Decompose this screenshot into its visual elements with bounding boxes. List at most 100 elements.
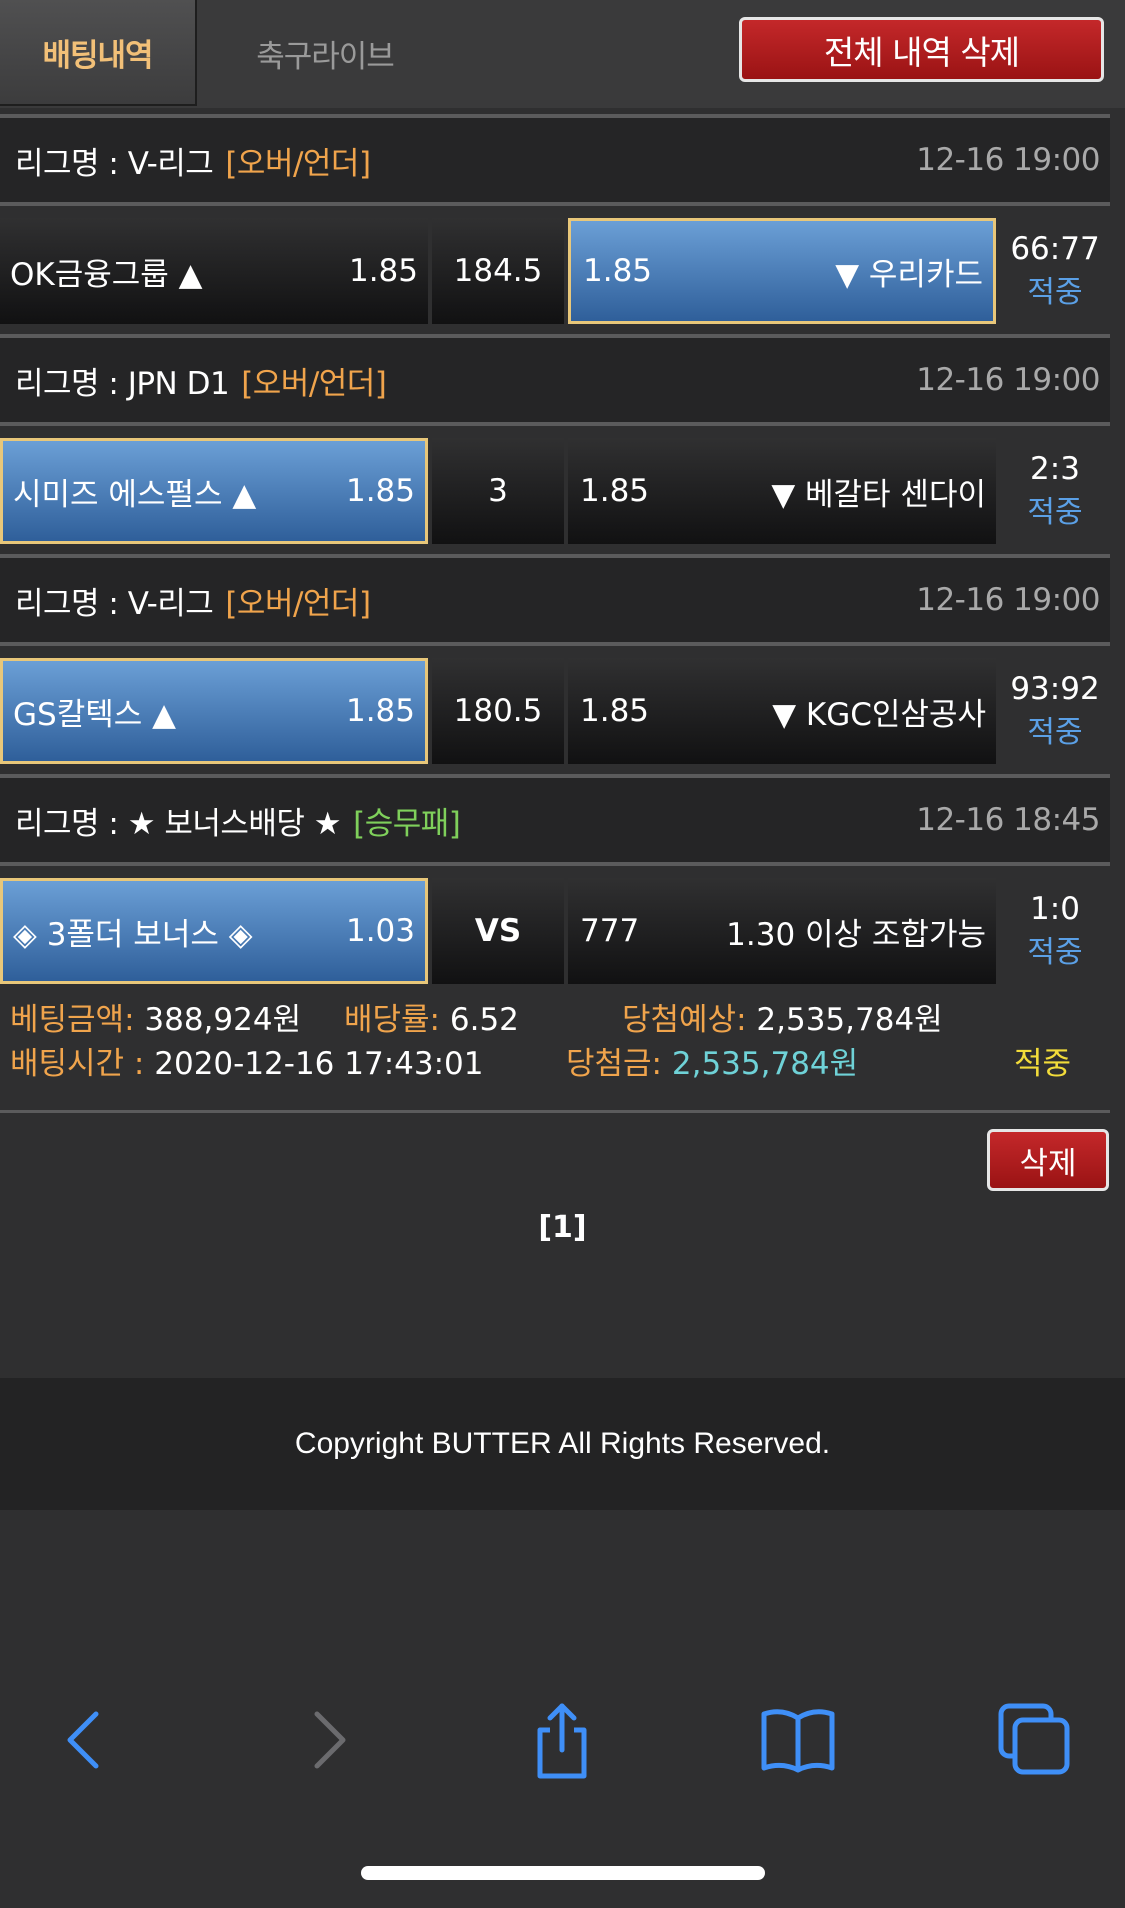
result-status: 적중	[1027, 935, 1083, 970]
bet-type: [오버/언더]	[241, 365, 387, 402]
tab-label: 배팅내역	[42, 37, 153, 74]
league-name: 리그명 : ★ 보너스배당 ★	[15, 805, 342, 842]
back-icon[interactable]	[46, 1700, 126, 1780]
win-amount-value: 2,535,784원	[671, 1046, 859, 1082]
away-option[interactable]: 1.85 ▼ KGC인삼공사	[568, 658, 996, 764]
bet-item: 리그명 : JPN D1 [오버/언더] 12-16 19:00 시미즈 에스펄…	[0, 338, 1110, 554]
home-team-name: ◈ 3폴더 보너스 ◈	[13, 916, 253, 953]
top-bar: 배팅내역 축구라이브 전체 내역 삭제	[0, 0, 1125, 108]
win-amount-label: 당첨금:	[566, 1046, 663, 1082]
away-team-name: ▼ 베갈타 센다이	[771, 476, 986, 513]
result: 93:92 적중	[1000, 658, 1110, 764]
summary-status: 적중	[1014, 1046, 1072, 1082]
home-option[interactable]: OK금융그룹 ▲ 1.85	[0, 218, 428, 324]
expected-win: 당첨예상: 2,535,784원	[622, 994, 943, 1039]
bet-type: [승무패]	[353, 805, 461, 842]
home-odds: 1.03	[345, 913, 415, 949]
bet-list: 리그명 : V-리그 [오버/언더] 12-16 19:00 OK금융그룹 ▲ …	[0, 118, 1110, 994]
home-odds: 1.85	[348, 253, 418, 289]
match-time: 12-16 18:45	[916, 802, 1100, 838]
bet-amount-value: 388,924원	[144, 1002, 302, 1038]
forward-icon[interactable]	[287, 1700, 367, 1780]
handicap-value: 184.5	[432, 218, 564, 324]
bet-summary: 베팅금액: 388,924원 배당률: 6.52 당첨예상: 2,535,784…	[0, 990, 1110, 1110]
share-icon[interactable]	[522, 1700, 602, 1780]
away-odds: 1.85	[580, 693, 650, 729]
tabs-icon[interactable]	[995, 1700, 1075, 1780]
away-odds: 777	[580, 913, 640, 949]
odds-row: ◈ 3폴더 보너스 ◈ 1.03 VS 777 1.30 이상 조합가능 1:0…	[0, 866, 1110, 994]
expected-win-value: 2,535,784원	[756, 1002, 943, 1038]
league-row: 리그명 : V-리그 [오버/언더] 12-16 19:00	[0, 118, 1110, 202]
home-option-selected[interactable]: 시미즈 에스펄스 ▲ 1.85	[0, 438, 428, 544]
page-link[interactable]: [1]	[538, 1210, 586, 1245]
odds-row: 시미즈 에스펄스 ▲ 1.85 3 1.85 ▼ 베갈타 센다이 2:3 적중	[0, 426, 1110, 554]
away-option[interactable]: 777 1.30 이상 조합가능	[568, 878, 996, 984]
bet-item: 리그명 : ★ 보너스배당 ★ [승무패] 12-16 18:45 ◈ 3폴더 …	[0, 778, 1110, 994]
bet-time-value: 2020-12-16 17:43:01	[154, 1046, 484, 1082]
bet-item: 리그명 : V-리그 [오버/언더] 12-16 19:00 OK금융그룹 ▲ …	[0, 118, 1110, 334]
home-option-selected[interactable]: GS칼텍스 ▲ 1.85	[0, 658, 428, 764]
home-indicator	[361, 1866, 765, 1880]
tab-soccer-live[interactable]: 축구라이브	[225, 0, 425, 106]
bet-type: [오버/언더]	[225, 145, 371, 182]
mid-value: 3	[488, 473, 508, 509]
tab-label: 축구라이브	[256, 38, 395, 75]
home-team-name: 시미즈 에스펄스 ▲	[13, 476, 257, 513]
home-odds: 1.85	[345, 693, 415, 729]
versus-cell: VS	[432, 878, 564, 984]
mid-value: 184.5	[453, 253, 543, 289]
away-team-name: ▼ KGC인삼공사	[772, 696, 986, 733]
match-time: 12-16 19:00	[916, 142, 1100, 178]
bet-item: 리그명 : V-리그 [오버/언더] 12-16 19:00 GS칼텍스 ▲ 1…	[0, 558, 1110, 774]
away-team-name: ▼ 우리카드	[835, 256, 983, 293]
expected-win-label: 당첨예상:	[622, 1002, 747, 1038]
score: 2:3	[1030, 451, 1080, 487]
handicap-value: 180.5	[432, 658, 564, 764]
league-row: 리그명 : ★ 보너스배당 ★ [승무패] 12-16 18:45	[0, 778, 1110, 862]
delete-button[interactable]: 삭제	[987, 1129, 1109, 1191]
result-status: 적중	[1027, 495, 1083, 530]
away-odds: 1.85	[583, 253, 653, 289]
divider	[0, 1110, 1110, 1113]
bet-time-label: 배팅시간 :	[10, 1046, 145, 1082]
away-team-name: 1.30 이상 조합가능	[726, 916, 986, 953]
match-time: 12-16 19:00	[916, 582, 1100, 618]
result-status: 적중	[1027, 715, 1083, 750]
league-name: 리그명 : V-리그	[15, 585, 214, 622]
home-odds: 1.85	[345, 473, 415, 509]
away-odds: 1.85	[580, 473, 650, 509]
pagination: [1]	[0, 1210, 1125, 1245]
mid-value: VS	[474, 913, 522, 949]
league-row: 리그명 : V-리그 [오버/언더] 12-16 19:00	[0, 558, 1110, 642]
bookmarks-icon[interactable]	[758, 1700, 838, 1780]
delete-all-button[interactable]: 전체 내역 삭제	[739, 17, 1104, 82]
league-name: 리그명 : JPN D1	[15, 365, 230, 402]
result: 66:77 적중	[1000, 218, 1110, 324]
score: 1:0	[1030, 891, 1080, 927]
odds-row: OK금융그룹 ▲ 1.85 184.5 1.85 ▼ 우리카드 66:77 적중	[0, 206, 1110, 334]
copyright-text: Copyright BUTTER All Rights Reserved.	[294, 1427, 831, 1460]
score: 93:92	[1010, 671, 1100, 707]
handicap-value: 3	[432, 438, 564, 544]
away-option[interactable]: 1.85 ▼ 베갈타 센다이	[568, 438, 996, 544]
result: 2:3 적중	[1000, 438, 1110, 544]
home-team-name: GS칼텍스 ▲	[13, 696, 176, 733]
result-status: 적중	[1027, 275, 1083, 310]
mid-value: 180.5	[453, 693, 543, 729]
odds-row: GS칼텍스 ▲ 1.85 180.5 1.85 ▼ KGC인삼공사 93:92 …	[0, 646, 1110, 774]
bet-amount: 베팅금액: 388,924원	[10, 994, 301, 1039]
away-option-selected[interactable]: 1.85 ▼ 우리카드	[568, 218, 996, 324]
home-option-selected[interactable]: ◈ 3폴더 보너스 ◈ 1.03	[0, 878, 428, 984]
match-time: 12-16 19:00	[916, 362, 1100, 398]
win-amount: 당첨금: 2,535,784원	[566, 1038, 858, 1083]
bet-amount-label: 베팅금액:	[10, 1002, 135, 1038]
footer: Copyright BUTTER All Rights Reserved.	[0, 1378, 1125, 1510]
score: 66:77	[1010, 231, 1100, 267]
league-row: 리그명 : JPN D1 [오버/언더] 12-16 19:00	[0, 338, 1110, 422]
bet-type: [오버/언더]	[225, 585, 371, 622]
tab-betting-history[interactable]: 배팅내역	[0, 0, 197, 106]
result: 1:0 적중	[1000, 878, 1110, 984]
total-odds-label: 배당률:	[344, 1002, 441, 1038]
league-name: 리그명 : V-리그	[15, 145, 214, 182]
